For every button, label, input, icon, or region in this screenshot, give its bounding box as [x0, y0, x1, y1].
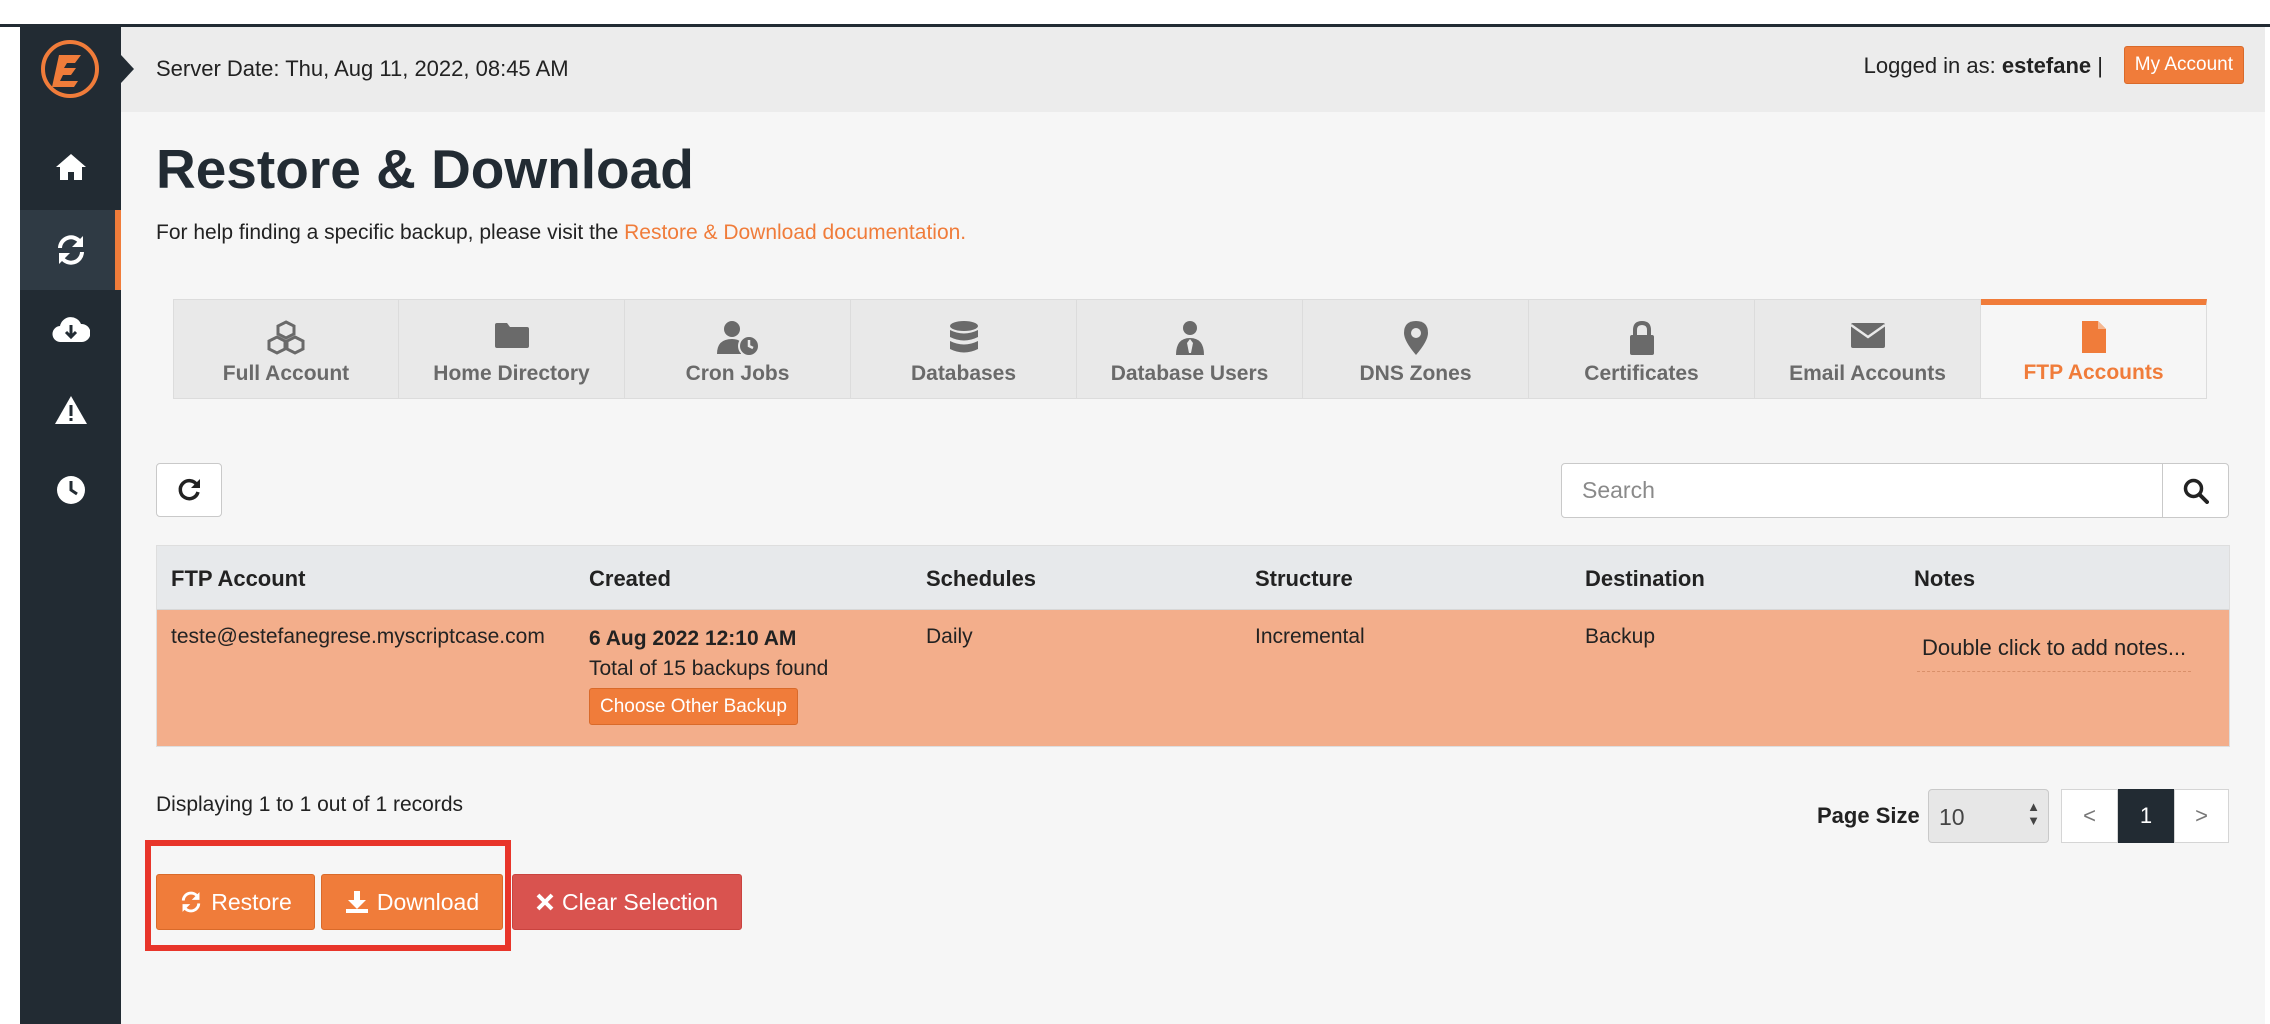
- sidebar-item-home[interactable]: [20, 127, 121, 207]
- prev-page-button[interactable]: <: [2061, 789, 2118, 843]
- sidebar-item-restore[interactable]: [20, 210, 121, 290]
- sidebar-item-history[interactable]: [20, 450, 121, 530]
- tab-label: Cron Jobs: [685, 362, 790, 385]
- download-button[interactable]: Download: [321, 874, 503, 930]
- app-logo[interactable]: [40, 39, 100, 99]
- top-header: Server Date: Thu, Aug 11, 2022, 08:45 AM…: [121, 27, 2265, 112]
- tab-cron-jobs[interactable]: Cron Jobs: [625, 299, 851, 399]
- close-icon: [536, 893, 554, 911]
- tab-email-accounts[interactable]: Email Accounts: [1755, 299, 1981, 399]
- created-date-cell: 6 Aug 2022 12:10 AM: [589, 627, 796, 651]
- column-header[interactable]: Destination: [1585, 566, 1705, 592]
- warning-icon: [54, 396, 87, 424]
- schedules-cell: Daily: [926, 625, 973, 648]
- separator: |: [2097, 53, 2103, 78]
- folder-icon: [494, 323, 529, 348]
- help-text-body: For help finding a specific backup, plea…: [156, 221, 619, 244]
- records-summary: Displaying 1 to 1 out of 1 records: [156, 793, 464, 816]
- database-icon: [949, 321, 978, 353]
- column-header[interactable]: FTP Account: [171, 566, 305, 592]
- lock-icon: [1629, 320, 1654, 355]
- column-header[interactable]: Notes: [1914, 566, 1975, 592]
- file-icon: [2081, 321, 2106, 353]
- column-header[interactable]: Structure: [1255, 566, 1353, 592]
- download-label: Download: [376, 888, 480, 915]
- logged-in-info: Logged in as: estefane |: [1864, 53, 2103, 79]
- tab-dns-zones[interactable]: DNS Zones: [1303, 299, 1529, 399]
- tab-label: DNS Zones: [1359, 362, 1472, 385]
- structure-cell: Incremental: [1255, 625, 1365, 648]
- main-content: Server Date: Thu, Aug 11, 2022, 08:45 AM…: [121, 27, 2265, 1024]
- clear-selection-button[interactable]: Clear Selection: [512, 874, 742, 930]
- refresh-button[interactable]: [156, 463, 222, 517]
- search-button[interactable]: [2162, 463, 2229, 518]
- envelope-icon: [1849, 323, 1886, 348]
- backups-table: FTP Account Created Schedules Structure …: [156, 545, 2230, 747]
- tab-full-account[interactable]: Full Account: [173, 299, 399, 399]
- clock-icon: [56, 476, 85, 504]
- tab-home-directory[interactable]: Home Directory: [399, 299, 625, 399]
- tab-label: Home Directory: [433, 362, 590, 385]
- username: estefane: [2001, 53, 2092, 78]
- tab-label: Email Accounts: [1789, 362, 1946, 385]
- tab-label: Certificates: [1584, 362, 1699, 385]
- table-header: FTP Account Created Schedules Structure …: [157, 546, 2229, 610]
- restore-label: Restore: [211, 888, 292, 915]
- documentation-link[interactable]: Restore & Download documentation.: [624, 221, 966, 244]
- search-input[interactable]: [1561, 463, 2163, 518]
- map-marker-icon: [1403, 321, 1428, 355]
- table-row[interactable]: teste@estefanegrese.myscriptcase.com 6 A…: [157, 610, 2229, 746]
- refresh-icon: [182, 891, 201, 913]
- column-header[interactable]: Created: [589, 566, 671, 592]
- page-title: Restore & Download: [156, 138, 694, 200]
- sidebar: [20, 27, 121, 1024]
- server-date: Server Date: Thu, Aug 11, 2022, 08:45 AM: [156, 56, 569, 81]
- page-1-button[interactable]: 1: [2118, 789, 2174, 843]
- backup-type-tabs: Full Account Home Directory Cron Jobs Da…: [173, 299, 2207, 399]
- user-clock-icon: [716, 321, 760, 356]
- backups-count: Total of 15 backups found: [589, 657, 829, 680]
- sidebar-item-download[interactable]: [20, 290, 121, 370]
- select-arrows-icon: ▲ ▼: [2027, 799, 2040, 828]
- tab-label: Database Users: [1110, 362, 1269, 385]
- help-text: For help finding a specific backup, plea…: [156, 221, 966, 245]
- user-tie-icon: [1175, 321, 1204, 355]
- tab-certificates[interactable]: Certificates: [1529, 299, 1755, 399]
- page-size-label: Page Size: [1817, 803, 1920, 828]
- tab-ftp-accounts[interactable]: FTP Accounts: [1981, 299, 2207, 399]
- refresh-icon: [178, 478, 200, 501]
- sidebar-item-alerts[interactable]: [20, 370, 121, 450]
- tab-label: Full Account: [222, 362, 350, 385]
- restore-button[interactable]: Restore: [156, 874, 315, 930]
- page-size-select[interactable]: 10 ▲ ▼: [1928, 789, 2049, 843]
- next-page-button[interactable]: >: [2174, 789, 2229, 843]
- tab-label: FTP Accounts: [2023, 361, 2164, 384]
- header-pointer: [121, 55, 134, 83]
- refresh-icon: [57, 235, 84, 265]
- my-account-button[interactable]: My Account: [2123, 46, 2244, 84]
- notes-cell[interactable]: Double click to add notes...: [1917, 635, 2192, 672]
- download-icon: [345, 891, 368, 913]
- home-icon: [55, 154, 86, 180]
- created-date: 6 Aug 2022 12:10 AM: [589, 627, 797, 650]
- tab-database-users[interactable]: Database Users: [1077, 299, 1303, 399]
- page-size-value: 10: [1939, 804, 1965, 830]
- choose-other-backup-button[interactable]: Choose Other Backup: [589, 688, 798, 725]
- cloud-download-icon: [52, 317, 90, 343]
- cubes-icon: [267, 320, 305, 355]
- clear-selection-label: Clear Selection: [562, 888, 718, 915]
- ftp-account-cell: teste@estefanegrese.myscriptcase.com: [171, 625, 545, 648]
- destination-cell: Backup: [1585, 625, 1656, 648]
- tab-label: Databases: [910, 362, 1017, 385]
- search-icon: [2183, 478, 2209, 504]
- column-header[interactable]: Schedules: [926, 566, 1036, 592]
- logged-in-prefix: Logged in as:: [1863, 53, 1996, 78]
- tab-databases[interactable]: Databases: [851, 299, 1077, 399]
